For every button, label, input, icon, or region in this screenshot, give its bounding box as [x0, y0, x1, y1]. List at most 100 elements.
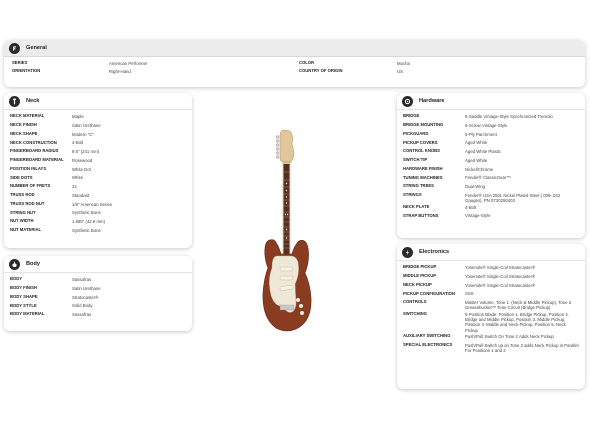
spec-label: BODY	[10, 276, 23, 282]
spec-label: SIDE DOTS	[10, 174, 33, 180]
spec-label: BODY FINISH	[10, 285, 37, 291]
fender-logo-icon	[9, 42, 20, 54]
spec-row: BODY Sassafras	[10, 276, 186, 285]
body-icon	[9, 258, 20, 270]
spec-label: ORIENTATION	[12, 68, 41, 74]
spec-row: NECK MATERIAL Maple	[10, 113, 186, 122]
general-header: General	[4, 40, 585, 57]
spec-label: CONTROLS	[403, 299, 427, 305]
spec-value: 9.5" (241 mm)	[72, 149, 100, 155]
spec-row: BODY MATERIAL Sassafras	[10, 311, 186, 320]
spec-value: Master Volume, Tone 1. (Neck & Middle Pi…	[465, 300, 573, 311]
spec-row: TRUSS ROD Standard	[10, 192, 186, 201]
spec-label: NECK FINISH	[10, 122, 37, 128]
spec-row: STRINGS Fender® USA 250L Nickel Plated St…	[403, 192, 579, 204]
spec-label: BRIDGE PICKUP	[403, 264, 437, 270]
electronics-rows: BRIDGE PICKUP Yosemite® Single-Coil Strat…	[397, 261, 585, 355]
spec-label: PICKUP CONFIGURATION	[403, 290, 455, 296]
spec-row: SPECIAL ELECTRONICS Push/Pull Switch up o…	[403, 342, 579, 354]
spec-value: Sassafras	[72, 312, 92, 318]
spec-label: NUT WIDTH	[10, 218, 34, 224]
body-rows: BODY Sassafras BODY FINISH Satin Urethane BO…	[4, 273, 192, 322]
spec-label: TRUSS ROD	[10, 192, 35, 198]
spec-row: SWITCHING 5-Position Blade: Position 1. B…	[403, 311, 579, 333]
spec-label: STRING NUT	[10, 209, 36, 215]
spec-value: US	[397, 69, 403, 75]
neck-header: Neck	[4, 93, 192, 110]
spec-value: White Dot	[72, 166, 91, 172]
spec-label: SWITCHING	[403, 311, 427, 317]
spec-row: NECK FINISH Satin Urethane	[10, 122, 186, 131]
spec-label: PICKGUARD	[403, 130, 429, 136]
spec-label: TUNING MACHINES	[403, 174, 443, 180]
spec-label: NECK PLATE	[403, 203, 430, 209]
spec-value: SSS	[465, 291, 474, 297]
spec-label: NECK SHAPE	[10, 130, 38, 136]
spec-label: STRAP BUTTONS	[403, 212, 439, 218]
spec-value: Aged White	[465, 140, 488, 146]
spec-row: NUT MATERIAL Synthetic Bone	[10, 227, 186, 236]
spec-row: BODY STYLE Solid Body	[10, 302, 186, 311]
spec-value: Stratocaster®	[72, 294, 99, 300]
spec-row: NECK PLATE 4-Bolt	[403, 203, 579, 212]
spec-row: STRING TREES Dual-Wing	[403, 183, 579, 192]
neck-title: Neck	[26, 98, 40, 104]
spec-value: Fender® ClassicGear™	[465, 175, 511, 181]
spec-label: SWITCH TIP	[403, 157, 428, 163]
neck-card: Neck NECK MATERIAL Maple NECK FINISH Satin …	[4, 93, 192, 248]
spec-label: BODY STYLE	[10, 302, 37, 308]
hardware-rows: BRIDGE 6-Saddle Vintage-Style Synchronize…	[397, 110, 585, 223]
spec-label: NECK MATERIAL	[10, 113, 45, 119]
spec-row: BODY SHAPE Stratocaster®	[10, 294, 186, 303]
spec-value: White	[72, 175, 83, 181]
spec-value: 22	[72, 184, 77, 190]
spec-value: 1.685" (42.8 mm)	[72, 219, 106, 225]
spec-value: Satin Urethane	[72, 122, 101, 128]
spec-label: NUMBER OF FRETS	[10, 183, 51, 189]
spec-value: Synthetic Bone	[72, 227, 101, 233]
spec-label: BRIDGE MOUNTING	[403, 122, 444, 128]
body-card: Body BODY Sassafras BODY FINISH Satin Ureth…	[4, 256, 192, 331]
spec-row: AUXILIARY SWITCHING Push/Pull Switch On T…	[403, 333, 579, 342]
spec-row: NUT WIDTH 1.685" (42.8 mm)	[10, 218, 186, 227]
spec-value: Fender® USA 250L Nickel Plated Steel (.0…	[465, 192, 561, 204]
spec-row: NECK PICKUP Yosemite® Single-Coil Stratoc…	[403, 282, 579, 291]
guitar-image	[262, 129, 312, 332]
spec-label: FINGERBOARD RADIUS	[10, 148, 59, 154]
spec-row: POSITION INLAYS White Dot	[10, 166, 186, 175]
spec-label: POSITION INLAYS	[10, 165, 47, 171]
spec-value: Push/Pull Switch up on Tone 2 adds Neck …	[465, 342, 579, 354]
spec-label: STRINGS	[403, 192, 422, 198]
spec-label: NECK CONSTRUCTION	[10, 139, 57, 145]
spec-value: Aged White	[465, 157, 488, 163]
spec-row: TRUSS ROD NUT 1/8" American Series	[10, 201, 186, 210]
general-card: General SERIES American Performer COLOR Moc…	[4, 40, 585, 87]
spec-label: COLOR	[299, 60, 315, 65]
spec-row: PICKUP COVERS Aged White	[403, 139, 579, 148]
spec-label: HARDWARE FINISH	[403, 165, 443, 171]
spec-row: BRIDGE PICKUP Yosemite® Single-Coil Strat…	[403, 264, 579, 273]
spec-row: MIDDLE PICKUP Yosemite® Single-Coil Strat…	[403, 273, 579, 282]
spec-row: PICKUP CONFIGURATION SSS	[403, 290, 579, 299]
electronics-title: Electronics	[419, 249, 450, 255]
spec-value: Aged White Plastic	[465, 149, 502, 155]
neck-rows: NECK MATERIAL Maple NECK FINISH Satin Ureth…	[4, 110, 192, 238]
hardware-card: Hardware BRIDGE 6-Saddle Vintage-Style Sy…	[397, 93, 585, 238]
spec-label: BODY MATERIAL	[10, 311, 45, 317]
spec-value: Mocha	[397, 61, 410, 66]
spec-row: BRIDGE MOUNTING 6-Screw Vintage-Style	[403, 122, 579, 131]
spec-value: 6-Saddle Vintage-Style Synchronized Trem…	[465, 114, 553, 120]
spec-row: FINGERBOARD MATERIAL Rosewood	[10, 157, 186, 166]
hardware-title: Hardware	[419, 98, 445, 104]
spec-label: CONTROL KNOBS	[403, 148, 440, 154]
spec-row: NECK SHAPE Modern "C"	[10, 131, 186, 140]
spec-value: Sassafras	[72, 277, 92, 283]
spec-row: CONTROL KNOBS Aged White Plastic	[403, 148, 579, 157]
spec-label: PICKUP COVERS	[403, 139, 438, 145]
neck-icon	[9, 95, 20, 107]
spec-row: SIDE DOTS White	[10, 174, 186, 183]
spec-label: NECK PICKUP	[403, 281, 432, 287]
general-title: General	[26, 45, 47, 51]
spec-row: FINGERBOARD RADIUS 9.5" (241 mm)	[10, 148, 186, 157]
spec-row: TUNING MACHINES Fender® ClassicGear™	[403, 174, 579, 183]
